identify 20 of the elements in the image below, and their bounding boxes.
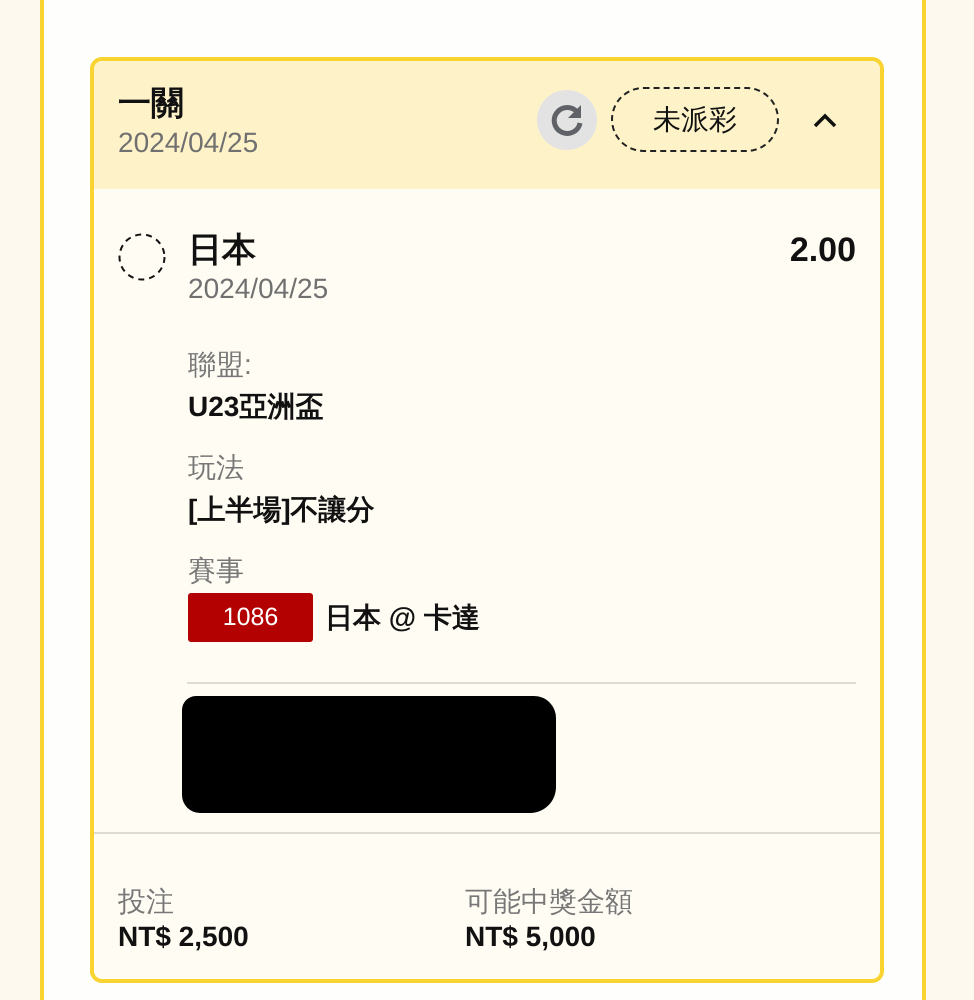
detail-label: 賽事 [188,554,245,588]
summary-label: 投注 [118,885,175,919]
chevron-up-icon[interactable] [812,112,838,128]
detail-label: 玩法 [188,451,245,485]
bet-date: 2024/04/25 [118,126,258,160]
bet-type-title: 一關 [118,83,185,123]
match-code-tag: 1086 [188,593,313,642]
summary-amount: NT$ 2,500 [118,920,250,954]
detail-value: 日本 @ 卡達 [325,600,480,634]
detail-value: U23亞洲盃 [188,390,324,424]
detail-value: [上半場]不讓分 [188,493,376,527]
detail-label: 聯盟: [188,348,253,382]
refresh-icon[interactable] [537,90,597,150]
status-badge: 未派彩 [611,87,779,152]
summary-amount: NT$ 5,000 [465,920,597,954]
team-name: 日本 [188,230,256,271]
match-date: 2024/04/25 [188,272,330,306]
summary-label: 可能中獎金額 [465,885,634,919]
dashed-ring-icon [118,233,166,281]
odds-value: 2.00 [790,230,856,271]
